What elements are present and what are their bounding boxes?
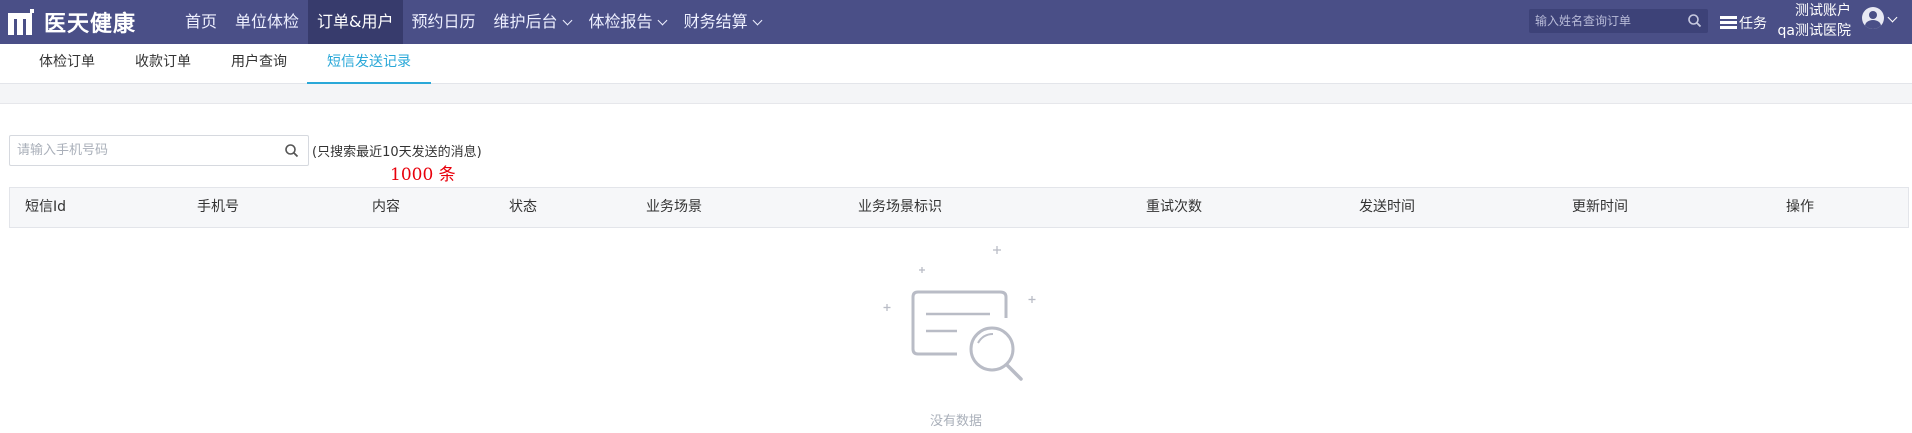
avatar[interactable] <box>1862 7 1884 29</box>
column-header[interactable]: 重试次数 <box>1146 188 1202 227</box>
nav-item-home[interactable]: 首页 <box>176 0 226 44</box>
tab-sms-records[interactable]: 短信发送记录 <box>307 44 431 84</box>
chevron-down-icon <box>562 15 572 25</box>
order-search-input[interactable] <box>1529 14 1685 28</box>
account-name: 测试账户 <box>1795 3 1851 19</box>
column-header[interactable]: 内容 <box>372 188 400 227</box>
nav-item-orders-users[interactable]: 订单&用户 <box>308 0 403 44</box>
task-list-icon <box>1720 16 1737 30</box>
order-search <box>1529 9 1708 33</box>
nav-item-label: 维护后台 <box>493 12 558 31</box>
phone-search <box>9 135 309 166</box>
table-header: 短信Id 手机号 内容 状态 业务场景 业务场景标识 重试次数 发送时间 更新时… <box>9 187 1909 228</box>
tab-checkup-orders[interactable]: 体检订单 <box>0 44 115 84</box>
record-count: 1000 条 <box>390 165 456 185</box>
column-header[interactable]: 发送时间 <box>1359 188 1415 227</box>
search-icon[interactable] <box>282 141 302 161</box>
chevron-down-icon <box>752 15 763 25</box>
hospital-name: qa测试医院 <box>1777 23 1851 39</box>
nav-item-label: 预约日历 <box>411 12 476 31</box>
nav-item-label: 首页 <box>185 12 218 31</box>
column-header[interactable]: 更新时间 <box>1572 188 1628 227</box>
nav-item-reports[interactable]: 体检报告 <box>580 0 675 44</box>
search-hint: (只搜索最近10天发送的消息) <box>312 145 482 160</box>
column-header[interactable]: 操作 <box>1786 188 1814 227</box>
nav-item-maintenance[interactable]: 维护后台 <box>485 0 580 44</box>
column-header[interactable]: 业务场景 <box>646 188 702 227</box>
nav-item-finance[interactable]: 财务结算 <box>675 0 770 44</box>
tab-payment-orders[interactable]: 收款订单 <box>115 44 211 84</box>
logo[interactable]: 医天健康 <box>8 6 176 38</box>
empty-document-search-icon <box>880 242 1040 402</box>
tab-user-query[interactable]: 用户查询 <box>211 44 307 84</box>
top-navbar: 医天健康 首页 单位体检 订单&用户 预约日历 维护后台 体检报告 财务结算 任… <box>0 0 1912 44</box>
nav-item-booking-calendar[interactable]: 预约日历 <box>403 0 485 44</box>
column-header[interactable]: 手机号 <box>197 188 239 227</box>
divider-strip <box>0 84 1912 104</box>
m-logo-icon <box>8 9 38 35</box>
task-button[interactable]: 任务 <box>1720 13 1767 33</box>
column-header[interactable]: 状态 <box>509 188 537 227</box>
column-header[interactable]: 业务场景标识 <box>858 188 942 227</box>
account-info[interactable]: 测试账户 qa测试医院 <box>1765 1 1851 41</box>
nav-item-label: 单位体检 <box>235 12 300 31</box>
nav-item-label: 财务结算 <box>683 12 748 31</box>
phone-search-input[interactable] <box>10 143 282 158</box>
nav-item-unit-checkup[interactable]: 单位体检 <box>226 0 308 44</box>
task-label: 任务 <box>1739 16 1767 32</box>
nav-item-label: 订单&用户 <box>317 12 394 31</box>
main-nav: 首页 单位体检 订单&用户 预约日历 维护后台 体检报告 财务结算 <box>176 0 770 44</box>
search-icon[interactable] <box>1685 11 1705 31</box>
sub-tabs: 体检订单 收款订单 用户查询 短信发送记录 <box>0 44 1912 84</box>
empty-text: 没有数据 <box>930 414 983 429</box>
logo-text: 医天健康 <box>44 12 137 37</box>
column-header[interactable]: 短信Id <box>25 188 66 227</box>
chevron-down-icon[interactable] <box>1887 12 1898 23</box>
chevron-down-icon <box>657 15 668 25</box>
nav-item-label: 体检报告 <box>588 12 653 31</box>
